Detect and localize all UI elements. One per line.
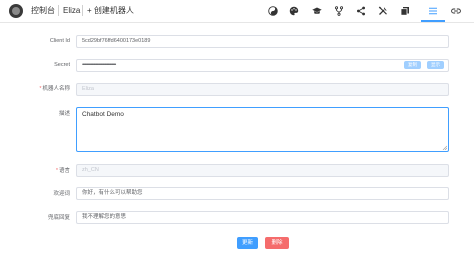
client-id-field[interactable]: 5cd29bf76ffd6400173e0189	[76, 35, 449, 48]
create-bot-link[interactable]: + 创建机器人	[87, 5, 134, 17]
welcome-label: 欢迎词	[53, 191, 70, 197]
required-mark: *	[55, 168, 58, 174]
yin-yang-icon[interactable]	[267, 5, 279, 17]
list-icon[interactable]	[427, 5, 439, 17]
tools-icon[interactable]	[377, 5, 389, 17]
secret-field[interactable]: ••••••••••••••••••••••••••••••••••••	[76, 59, 449, 72]
fallback-field[interactable]: 我不理解您的意思	[76, 211, 449, 224]
welcome-field[interactable]: 你好，有什么可以帮助您	[76, 187, 449, 200]
delete-button[interactable]: 删除	[265, 237, 289, 249]
fork-icon[interactable]	[333, 5, 345, 17]
bot-name-field[interactable]: Eliza	[76, 83, 449, 96]
language-field[interactable]: zh_CN	[76, 164, 449, 177]
description-text: Chatbot Demo	[82, 111, 124, 118]
language-label: *语言	[55, 168, 70, 174]
divider	[58, 5, 59, 16]
description-textarea[interactable]: Chatbot Demo	[76, 107, 449, 152]
share-icon[interactable]	[355, 5, 367, 17]
breadcrumb-bot[interactable]: Eliza	[63, 5, 80, 17]
secret-copy-button[interactable]: 复制	[404, 61, 421, 69]
secret-show-button[interactable]: 显示	[427, 61, 444, 69]
secret-value: ••••••••••••••••••••••••••••••••••••	[82, 62, 116, 68]
link-icon[interactable]	[450, 5, 462, 17]
graduation-cap-icon[interactable]	[311, 5, 323, 17]
breadcrumb-console[interactable]: 控制台	[31, 5, 55, 17]
secret-label: Secret	[54, 62, 70, 68]
client-id-label: Client Id	[49, 38, 70, 44]
divider	[82, 5, 83, 16]
top-bar: 控制台 Eliza + 创建机器人	[0, 0, 474, 23]
copy-icon[interactable]	[399, 5, 411, 17]
description-label: 描述	[58, 111, 70, 117]
update-button[interactable]: 更新	[237, 237, 258, 249]
palette-icon[interactable]	[288, 5, 300, 17]
fallback-label: 兜底回复	[47, 215, 70, 221]
avatar[interactable]	[9, 4, 23, 18]
bot-name-label: *机器人名称	[39, 86, 70, 92]
resize-handle-icon[interactable]	[442, 145, 447, 150]
